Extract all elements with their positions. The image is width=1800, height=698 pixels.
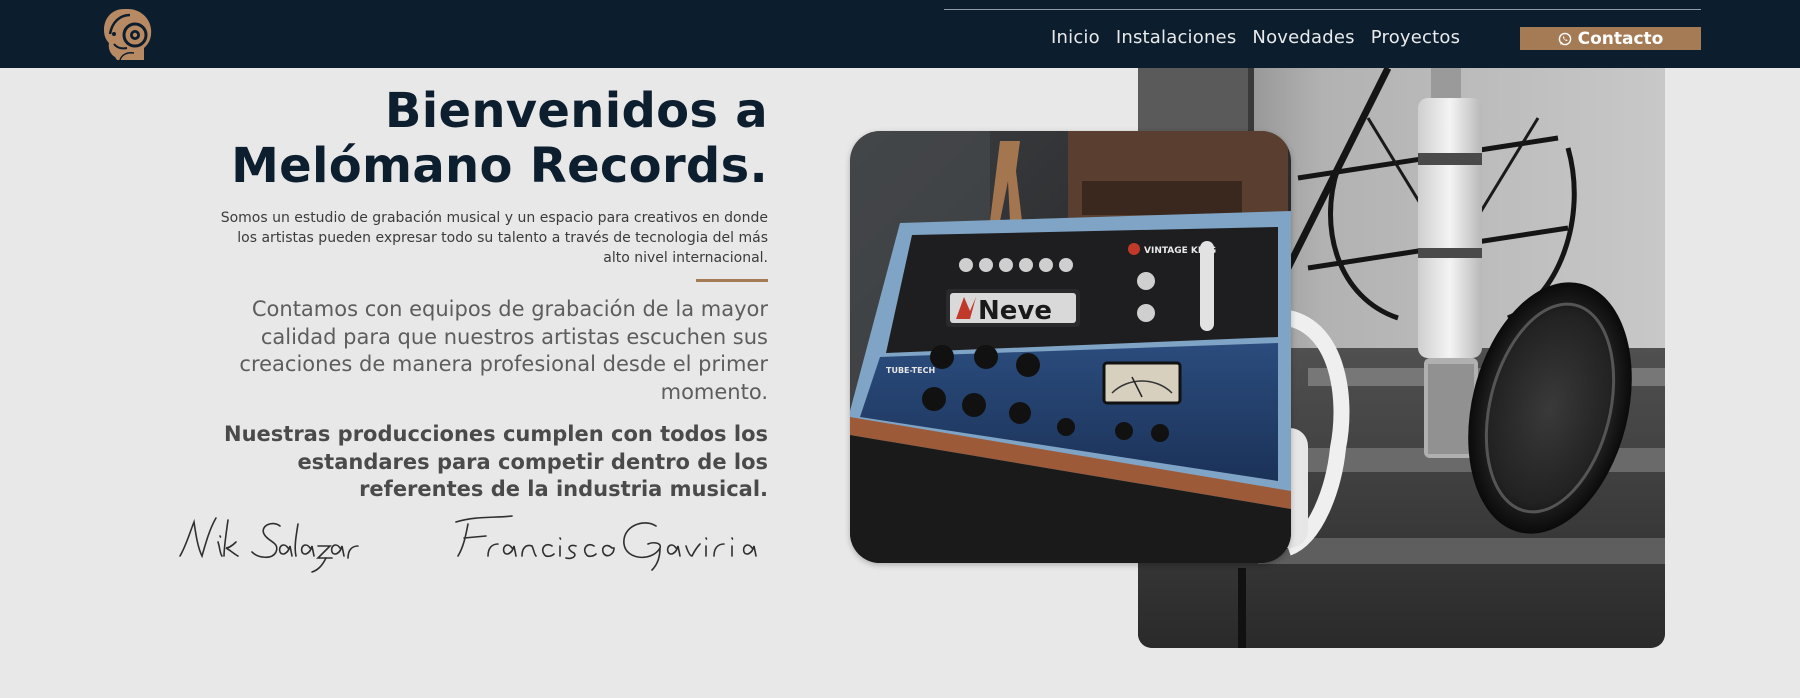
nav-instalaciones[interactable]: Instalaciones [1116, 27, 1237, 48]
signature-nik-salazar [179, 517, 359, 573]
console-photo: Neve VINTAGE KING TUBE-TECH [850, 131, 1291, 563]
contact-button[interactable]: Contacto [1520, 27, 1701, 50]
standards-paragraph: Nuestras producciones cumplen con todos … [224, 422, 768, 501]
site-header: Inicio Instalaciones Novedades Proyectos… [0, 0, 1800, 68]
melomano-logo[interactable] [98, 4, 154, 62]
page-title: Bienvenidos a Melómano Records. [168, 84, 768, 194]
whatsapp-icon [1558, 32, 1571, 45]
neve-brand-text: Neve [978, 296, 1052, 326]
title-line-2: Melómano Records. [231, 138, 768, 194]
intro-text: Somos un estudio de grabación musical y … [220, 210, 768, 266]
contact-label: Contacto [1577, 28, 1664, 49]
header-divider [944, 9, 1701, 10]
nav-proyectos[interactable]: Proyectos [1371, 27, 1460, 48]
tube-tech-text: TUBE-TECH [886, 366, 935, 375]
title-line-1: Bienvenidos a [384, 83, 768, 139]
main-nav: Inicio Instalaciones Novedades Proyectos [1051, 27, 1460, 48]
signatures [179, 515, 757, 573]
nav-inicio[interactable]: Inicio [1051, 27, 1100, 48]
nav-novedades[interactable]: Novedades [1252, 27, 1354, 48]
accent-divider [696, 279, 768, 282]
signature-francisco-gaviria [455, 515, 757, 571]
equipment-paragraph: Contamos con equipos de grabación de la … [239, 297, 768, 404]
